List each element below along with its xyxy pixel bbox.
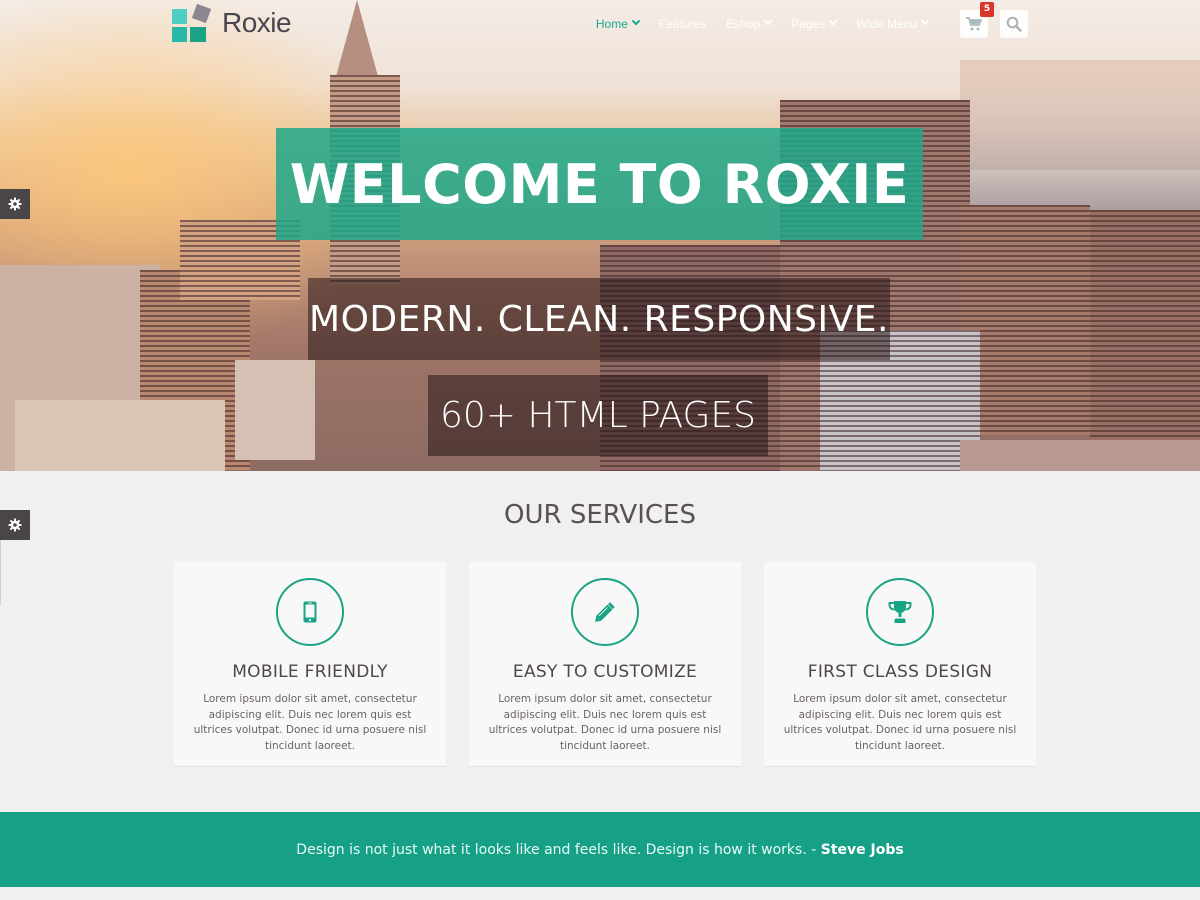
shopping-cart-icon <box>966 17 982 31</box>
quote-text: Design is not just what it looks like an… <box>296 841 821 858</box>
nav-item-eshop[interactable]: Eshop <box>726 16 773 31</box>
chevron-down-icon <box>631 16 641 26</box>
next-section-edge <box>0 887 1200 900</box>
chevron-down-icon <box>764 16 773 26</box>
cart-badge: 5 <box>980 2 994 17</box>
search-button[interactable] <box>1000 10 1028 38</box>
cart-button[interactable]: 5 <box>960 2 994 38</box>
hero-building <box>235 360 315 460</box>
service-card-easy-to-customize: EASY TO CUSTOMIZE Lorem ipsum dolor sit … <box>469 562 741 767</box>
hero-subtagline: 60+ HTML PAGES <box>440 395 756 436</box>
services-title: OUR SERVICES <box>504 500 696 530</box>
service-description: Lorem ipsum dolor sit amet, consectetur … <box>783 693 1017 752</box>
search-icon <box>1006 16 1022 32</box>
hero-headline-box: WELCOME TO ROXIE <box>276 128 923 240</box>
quote-author: Steve Jobs <box>820 841 904 858</box>
hero-building <box>960 440 1200 471</box>
settings-toggle[interactable] <box>0 189 30 219</box>
hero-subtagline-box: 60+ HTML PAGES <box>428 375 768 456</box>
nav-item-pages[interactable]: Pages <box>791 16 838 31</box>
nav-item-wide-menu[interactable]: Wide Menu <box>856 16 930 31</box>
pencil-icon <box>595 602 615 622</box>
service-icon-circle <box>866 578 934 646</box>
mobile-phone-icon <box>303 601 317 623</box>
trophy-icon <box>888 601 912 623</box>
settings-panel-edge <box>0 540 1 605</box>
hero-sky <box>960 60 1200 170</box>
logo-mark-icon <box>172 3 214 42</box>
service-title: MOBILE FRIENDLY <box>232 662 388 682</box>
main-nav: Home Features Eshop Pages Wide Menu 5 <box>595 2 1028 38</box>
hero-tagline: MODERN. CLEAN. RESPONSIVE. <box>309 298 889 340</box>
service-card-mobile-friendly: MOBILE FRIENDLY Lorem ipsum dolor sit am… <box>174 562 446 767</box>
logo-text: Roxie <box>222 7 292 38</box>
hero-spire <box>335 0 379 80</box>
service-icon-circle <box>276 578 344 646</box>
nav-item-label: Wide Menu <box>856 17 917 31</box>
nav-item-label: Pages <box>791 17 826 31</box>
hero-tagline-box: MODERN. CLEAN. RESPONSIVE. <box>308 278 890 360</box>
hero-building <box>1090 210 1200 440</box>
hero-headline: WELCOME TO ROXIE <box>289 152 910 216</box>
nav-item-label: Features <box>658 17 707 31</box>
nav-item-label: Home <box>595 17 628 31</box>
gear-icon <box>8 197 22 211</box>
service-description: Lorem ipsum dolor sit amet, consectetur … <box>488 693 722 752</box>
hero-banner: Roxie Home Features Eshop Pages Wide Men… <box>0 0 1200 471</box>
chevron-down-icon <box>920 16 930 26</box>
quote-banner: Design is not just what it looks like an… <box>0 812 1200 887</box>
chevron-down-icon <box>829 16 838 26</box>
site-logo[interactable]: Roxie <box>172 3 292 42</box>
service-description: Lorem ipsum dolor sit amet, consectetur … <box>193 693 427 752</box>
service-title: FIRST CLASS DESIGN <box>807 662 993 682</box>
service-card-first-class-design: FIRST CLASS DESIGN Lorem ipsum dolor sit… <box>764 562 1036 767</box>
service-title: EASY TO CUSTOMIZE <box>512 662 698 682</box>
hero-building <box>15 400 225 471</box>
service-icon-circle <box>571 578 639 646</box>
nav-item-label: Eshop <box>726 17 761 31</box>
nav-item-features[interactable]: Features <box>659 17 706 31</box>
nav-item-home[interactable]: Home <box>595 16 641 31</box>
